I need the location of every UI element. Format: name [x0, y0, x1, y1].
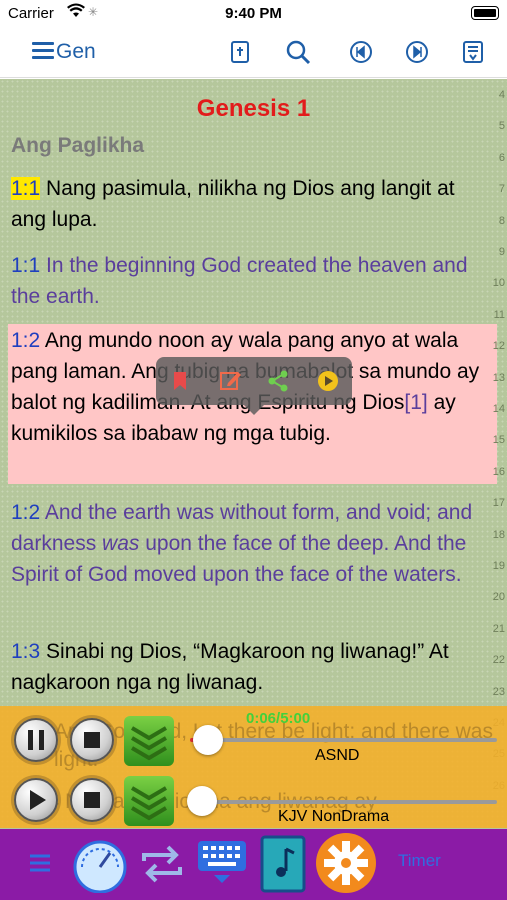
- verse-text: Sinabi ng Dios, “Magkaroon ng liwanag!” …: [11, 640, 449, 694]
- top-navigation-bar: Gen: [0, 28, 507, 78]
- line-number: 10: [492, 277, 505, 290]
- stop-button[interactable]: [70, 718, 114, 762]
- verse-ref: 1:1: [11, 254, 41, 277]
- music-book-icon[interactable]: [260, 835, 306, 893]
- verse-english[interactable]: 1:1 In the beginning God created the hea…: [11, 250, 494, 312]
- line-number: 17: [492, 497, 505, 510]
- verse-ref: 1:3: [11, 640, 41, 663]
- line-number: 15: [492, 434, 505, 447]
- play-button[interactable]: [14, 778, 58, 822]
- track2-slider[interactable]: [190, 800, 497, 804]
- list-icon[interactable]: [28, 851, 52, 875]
- verse-english[interactable]: 1:2 And the earth was without form, and …: [11, 497, 494, 590]
- line-number: 8: [498, 214, 505, 227]
- line-number: 13: [492, 371, 505, 384]
- verse-text: In the beginning God created the heaven …: [11, 254, 468, 308]
- chapter-title: Genesis 1: [196, 95, 311, 122]
- line-number: 22: [492, 654, 505, 667]
- line-number: 18: [492, 528, 505, 541]
- verse-ref: 1:1: [11, 177, 41, 200]
- line-number: 19: [492, 560, 505, 572]
- track1-label: ASND: [315, 747, 360, 764]
- line-number: 20: [492, 591, 505, 604]
- audio-player: And God said, Let there be light: and th…: [0, 706, 507, 828]
- line-number: 12: [492, 340, 505, 353]
- verse-tagalog[interactable]: 1:1 Nang pasimula, nilikha ng Dios ang l…: [11, 173, 494, 235]
- verse-ref: 1:2: [11, 329, 41, 352]
- bottom-toolbar: Timer: [0, 829, 507, 900]
- playback-time: 0:06/5:00: [246, 710, 311, 727]
- track2-label: KJV NonDrama: [278, 808, 390, 825]
- line-number: 6: [498, 151, 505, 164]
- repeat-icon[interactable]: [138, 841, 186, 887]
- line-number: 14: [492, 403, 505, 415]
- line-number: 11: [493, 308, 505, 321]
- verse-tagalog[interactable]: 1:3 Sinabi ng Dios, “Magkaroon ng liwana…: [11, 636, 494, 698]
- verse-action-popup: [156, 357, 352, 415]
- line-number: 21: [492, 622, 505, 635]
- collapse-chevron-icon[interactable]: [124, 776, 174, 826]
- track1-slider[interactable]: [190, 738, 497, 742]
- line-number: 23: [492, 685, 505, 698]
- line-number: 7: [498, 183, 505, 196]
- menu-icon[interactable]: [32, 42, 54, 60]
- book-selector[interactable]: Gen: [56, 40, 96, 64]
- settings-gear-icon[interactable]: [314, 831, 378, 895]
- section-title: Ang Paglikha: [11, 134, 145, 157]
- line-number: 5: [498, 120, 505, 133]
- speedometer-icon[interactable]: [70, 837, 130, 893]
- previous-chapter-icon[interactable]: [347, 38, 375, 66]
- search-icon[interactable]: [284, 38, 312, 66]
- verse-italic: was: [102, 532, 140, 555]
- stop-button[interactable]: [70, 778, 114, 822]
- footnote-link[interactable]: [1]: [404, 391, 427, 414]
- share-icon[interactable]: [264, 367, 292, 395]
- verse-text: Nang pasimula, nilikha ng Dios ang langi…: [11, 177, 455, 231]
- timer-button[interactable]: Timer: [398, 851, 441, 871]
- play-verse-icon[interactable]: [314, 367, 342, 395]
- line-number: 16: [492, 465, 505, 478]
- status-bar: Carrier ✳ 9:40 PM: [0, 0, 507, 28]
- line-number: 9: [498, 246, 505, 258]
- line-number: 4: [498, 89, 505, 101]
- bookmark-icon[interactable]: [166, 367, 194, 395]
- bible-book-icon[interactable]: [226, 38, 254, 66]
- pause-button[interactable]: [14, 718, 58, 762]
- clock: 9:40 PM: [225, 5, 282, 22]
- save-icon[interactable]: [459, 38, 487, 66]
- next-chapter-icon[interactable]: [403, 38, 431, 66]
- verse-ref: 1:2: [11, 501, 41, 524]
- keyboard-icon[interactable]: [196, 839, 248, 887]
- edit-note-icon[interactable]: [216, 367, 244, 395]
- collapse-chevron-icon[interactable]: [124, 716, 174, 766]
- battery-icon: [471, 6, 499, 20]
